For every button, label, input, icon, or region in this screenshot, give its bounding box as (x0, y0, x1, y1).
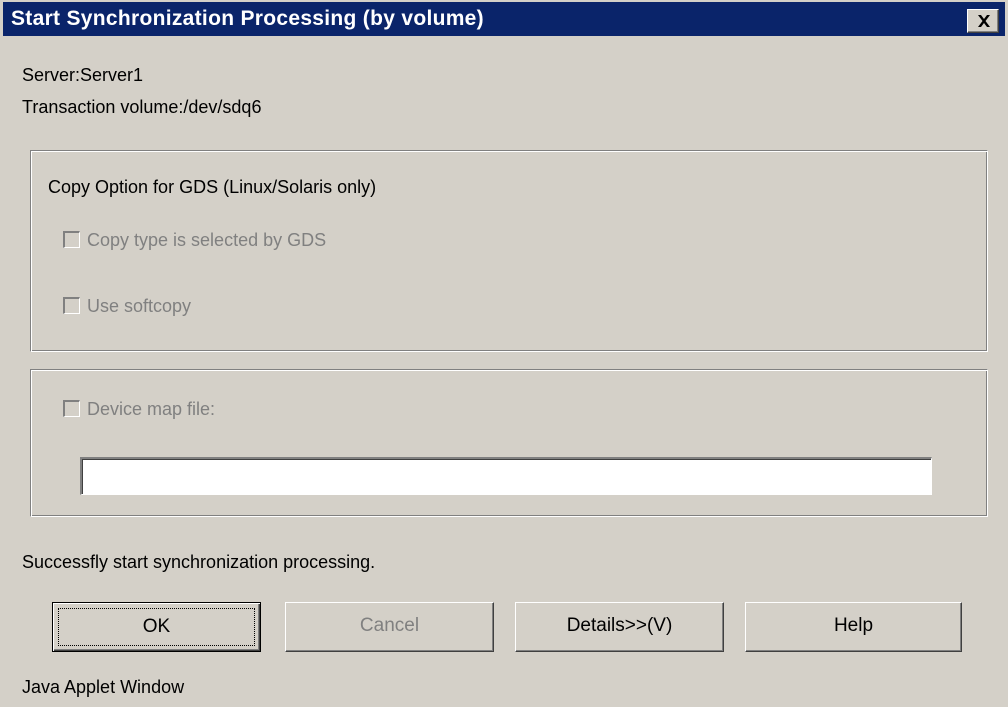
close-button[interactable] (967, 9, 999, 33)
window-title: Start Synchronization Processing (by vol… (11, 7, 484, 30)
title-bar[interactable]: Start Synchronization Processing (by vol… (3, 2, 1005, 36)
softcopy-label: Use softcopy (87, 296, 192, 316)
softcopy-checkbox-row[interactable]: Use softcopy (63, 296, 191, 317)
details-button[interactable]: Details>>(V) (515, 602, 724, 652)
transaction-volume-label: Transaction volume:/dev/sdq6 (22, 97, 262, 117)
ok-button[interactable]: OK (52, 602, 261, 652)
softcopy-checkbox[interactable] (63, 297, 80, 314)
dialog-window: Start Synchronization Processing (by vol… (0, 0, 1008, 707)
server-label: Server:Server1 (22, 65, 144, 85)
copy-type-label: Copy type is selected by GDS (87, 230, 327, 250)
status-message: Successfly start synchronization process… (22, 552, 376, 572)
copy-option-heading: Copy Option for GDS (Linux/Solaris only) (48, 177, 377, 197)
ok-button-label: OK (58, 608, 255, 646)
applet-window-label: Java Applet Window (22, 677, 185, 697)
device-map-label: Device map file: (87, 399, 216, 419)
copy-type-checkbox[interactable] (63, 231, 80, 248)
close-icon (978, 15, 990, 27)
help-button[interactable]: Help (745, 602, 962, 652)
device-map-checkbox-row[interactable]: Device map file: (63, 399, 215, 420)
copy-type-checkbox-row[interactable]: Copy type is selected by GDS (63, 230, 326, 251)
device-map-file-input[interactable] (80, 457, 932, 495)
device-map-checkbox[interactable] (63, 400, 80, 417)
cancel-button[interactable]: Cancel (285, 602, 494, 652)
